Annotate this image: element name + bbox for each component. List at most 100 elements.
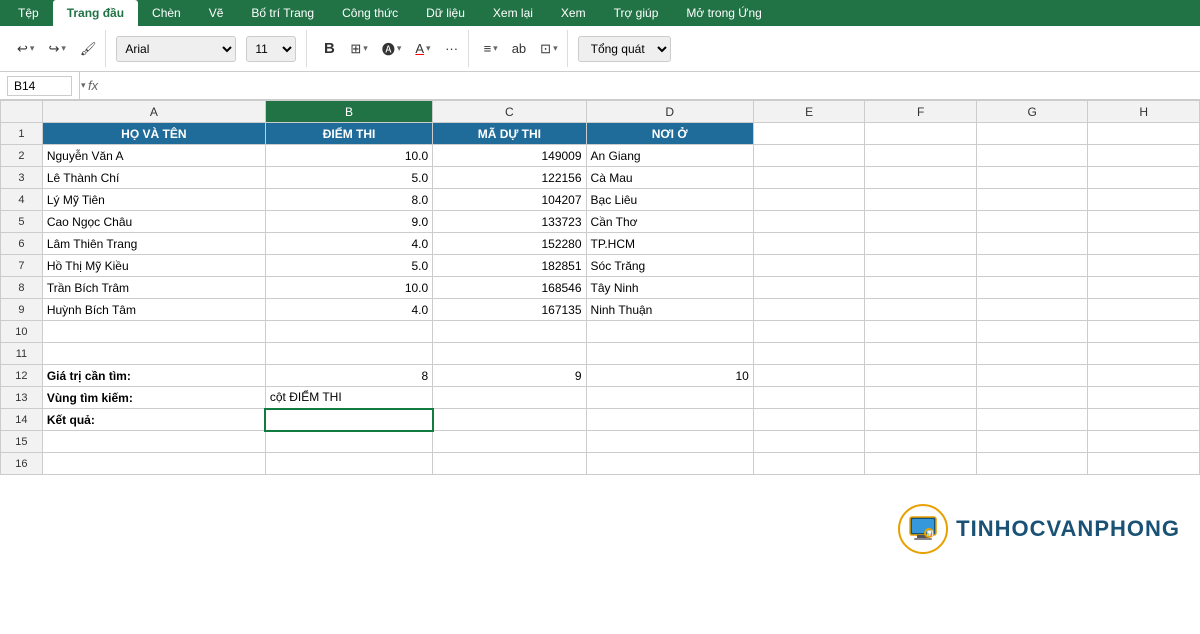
cell-h[interactable] (1088, 189, 1200, 211)
cell-b[interactable]: 8.0 (265, 189, 432, 211)
cell-f[interactable] (865, 431, 977, 453)
cell-g[interactable] (976, 321, 1088, 343)
merge-button[interactable]: ⊡▾ (535, 35, 562, 63)
col-header-f[interactable]: F (865, 101, 977, 123)
redo-button[interactable]: ↪▾ (43, 35, 70, 63)
cell-h[interactable] (1088, 365, 1200, 387)
bold-button[interactable]: B (317, 35, 341, 63)
cell-b[interactable]: 9.0 (265, 211, 432, 233)
cell-g[interactable] (976, 387, 1088, 409)
cell-h[interactable] (1088, 299, 1200, 321)
font-select[interactable]: Arial (116, 36, 236, 62)
cell-d[interactable]: Tây Ninh (586, 277, 753, 299)
cell-f[interactable] (865, 343, 977, 365)
cell-a[interactable]: Lâm Thiên Trang (42, 233, 265, 255)
cell-g[interactable] (976, 299, 1088, 321)
col-header-e[interactable]: E (753, 101, 865, 123)
cell-c[interactable] (433, 431, 586, 453)
cell-g[interactable] (976, 123, 1088, 145)
cell-c[interactable] (433, 453, 586, 475)
cell-g[interactable] (976, 431, 1088, 453)
cell-h[interactable] (1088, 233, 1200, 255)
cell-g[interactable] (976, 277, 1088, 299)
col-header-h[interactable]: H (1088, 101, 1200, 123)
tab-cong-thuc[interactable]: Công thức (328, 0, 412, 26)
font-size-select[interactable]: 11 (246, 36, 296, 62)
cell-h[interactable] (1088, 409, 1200, 431)
cell-e[interactable] (753, 299, 865, 321)
cell-f[interactable] (865, 189, 977, 211)
col-header-g[interactable]: G (976, 101, 1088, 123)
cell-c[interactable]: 149009 (433, 145, 586, 167)
cell-e[interactable] (753, 145, 865, 167)
cell-h[interactable] (1088, 255, 1200, 277)
cell-b[interactable]: 5.0 (265, 255, 432, 277)
cell-e[interactable] (753, 277, 865, 299)
cell-e[interactable] (753, 255, 865, 277)
tab-mo-trong-ung[interactable]: Mở trong Ứng (672, 0, 775, 26)
cell-d[interactable] (586, 431, 753, 453)
cell-f[interactable] (865, 167, 977, 189)
cell-a[interactable] (42, 321, 265, 343)
cell-e[interactable] (753, 233, 865, 255)
cell-f[interactable] (865, 211, 977, 233)
cell-f[interactable] (865, 365, 977, 387)
cell-b[interactable]: 5.0 (265, 167, 432, 189)
cell-e[interactable] (753, 343, 865, 365)
cell-e[interactable] (753, 321, 865, 343)
cell-c[interactable]: MÃ DỰ THI (433, 123, 586, 145)
cell-c[interactable] (433, 321, 586, 343)
cell-b[interactable]: cột ĐIỂM THI (265, 387, 432, 409)
cell-b[interactable] (265, 321, 432, 343)
tab-trang-dau[interactable]: Trang đầu (53, 0, 138, 26)
cell-d[interactable] (586, 409, 753, 431)
cell-d[interactable] (586, 387, 753, 409)
cell-e[interactable] (753, 431, 865, 453)
cell-h[interactable] (1088, 145, 1200, 167)
cell-b[interactable] (265, 453, 432, 475)
cell-h[interactable] (1088, 123, 1200, 145)
cell-d[interactable]: Cần Thơ (586, 211, 753, 233)
cell-g[interactable] (976, 453, 1088, 475)
cell-d[interactable]: Bạc Liêu (586, 189, 753, 211)
cell-b[interactable] (265, 409, 432, 431)
cell-f[interactable] (865, 277, 977, 299)
cell-g[interactable] (976, 189, 1088, 211)
paint-format-button[interactable]: 🖌 (75, 35, 102, 63)
cell-b[interactable]: ĐIỂM THI (265, 123, 432, 145)
cell-f[interactable] (865, 409, 977, 431)
cell-a[interactable] (42, 343, 265, 365)
cell-e[interactable] (753, 387, 865, 409)
cell-a[interactable]: Hồ Thị Mỹ Kiều (42, 255, 265, 277)
cell-f[interactable] (865, 123, 977, 145)
cell-h[interactable] (1088, 167, 1200, 189)
cell-g[interactable] (976, 167, 1088, 189)
cell-f[interactable] (865, 145, 977, 167)
col-header-a[interactable]: A (42, 101, 265, 123)
cell-f[interactable] (865, 453, 977, 475)
cell-a[interactable]: Kết quả: (42, 409, 265, 431)
tab-xem-lai[interactable]: Xem lại (479, 0, 547, 26)
cell-b[interactable]: 10.0 (265, 145, 432, 167)
cell-a[interactable] (42, 453, 265, 475)
cell-g[interactable] (976, 409, 1088, 431)
cell-c[interactable] (433, 409, 586, 431)
cell-h[interactable] (1088, 321, 1200, 343)
cell-f[interactable] (865, 299, 977, 321)
cell-c[interactable]: 168546 (433, 277, 586, 299)
tab-ve[interactable]: Vẽ (195, 0, 238, 26)
cell-g[interactable] (976, 255, 1088, 277)
wrap-button[interactable]: ab (507, 35, 531, 63)
cell-b[interactable]: 8 (265, 365, 432, 387)
cell-c[interactable]: 167135 (433, 299, 586, 321)
cell-d[interactable]: Cà Mau (586, 167, 753, 189)
cell-c[interactable]: 9 (433, 365, 586, 387)
cell-c[interactable] (433, 387, 586, 409)
cell-b[interactable]: 10.0 (265, 277, 432, 299)
cell-d[interactable]: TP.HCM (586, 233, 753, 255)
cell-c[interactable] (433, 343, 586, 365)
cell-a[interactable]: Trần Bích Trâm (42, 277, 265, 299)
formula-input[interactable] (106, 77, 1200, 95)
tab-bo-tri-trang[interactable]: Bố trí Trang (237, 0, 328, 26)
cell-d[interactable] (586, 321, 753, 343)
